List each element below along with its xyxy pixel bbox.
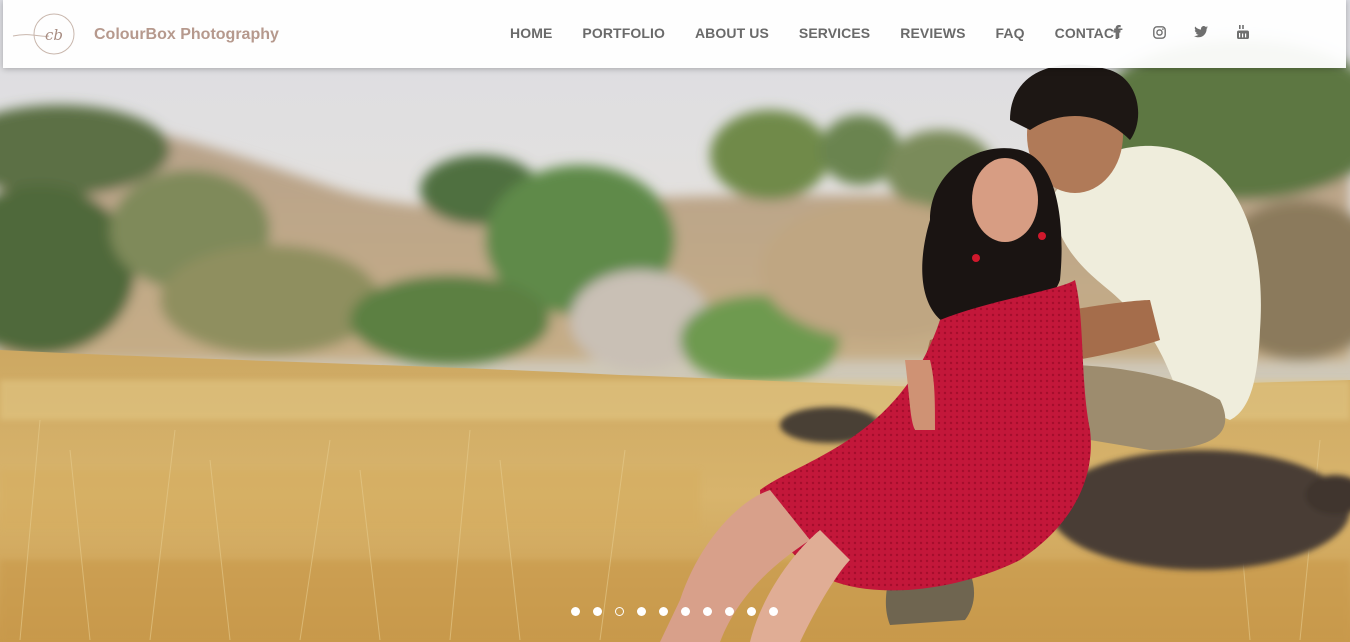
nav-services[interactable]: SERVICES	[799, 25, 870, 41]
twitter-icon[interactable]	[1190, 21, 1212, 43]
slider-dot[interactable]	[769, 607, 778, 616]
slider-dot[interactable]	[659, 607, 668, 616]
slider-dot[interactable]	[747, 607, 756, 616]
slider-dot[interactable]	[637, 607, 646, 616]
brand-logo-link[interactable]: cb ColourBox Photography	[11, 12, 279, 56]
main-navigation: HOME PORTFOLIO ABOUT US SERVICES REVIEWS…	[480, 0, 1123, 68]
instagram-icon[interactable]	[1148, 21, 1170, 43]
svg-text:cb: cb	[45, 26, 63, 44]
nav-about-us[interactable]: ABOUT US	[695, 25, 769, 41]
slider-pagination	[571, 607, 791, 616]
nav-portfolio[interactable]: PORTFOLIO	[582, 25, 665, 41]
site-header: cb ColourBox Photography HOME PORTFOLIO …	[3, 0, 1346, 68]
slider-dot[interactable]	[725, 607, 734, 616]
facebook-icon[interactable]	[1106, 21, 1128, 43]
page: cb ColourBox Photography HOME PORTFOLIO …	[0, 0, 1350, 642]
slider-dot-active[interactable]	[615, 607, 624, 616]
slider-dot[interactable]	[571, 607, 580, 616]
brand-name: ColourBox Photography	[94, 26, 279, 43]
hero-slider-image	[0, 0, 1350, 642]
social-links	[1106, 0, 1274, 68]
nav-home[interactable]: HOME	[510, 25, 552, 41]
hero-photo	[0, 0, 1350, 642]
slider-dot[interactable]	[593, 607, 602, 616]
slider-dot[interactable]	[703, 607, 712, 616]
slider-dot[interactable]	[681, 607, 690, 616]
nav-faq[interactable]: FAQ	[996, 25, 1025, 41]
youtube-icon[interactable]	[1232, 21, 1254, 43]
cb-monogram-logo-icon: cb	[11, 12, 93, 56]
nav-reviews[interactable]: REVIEWS	[900, 25, 965, 41]
